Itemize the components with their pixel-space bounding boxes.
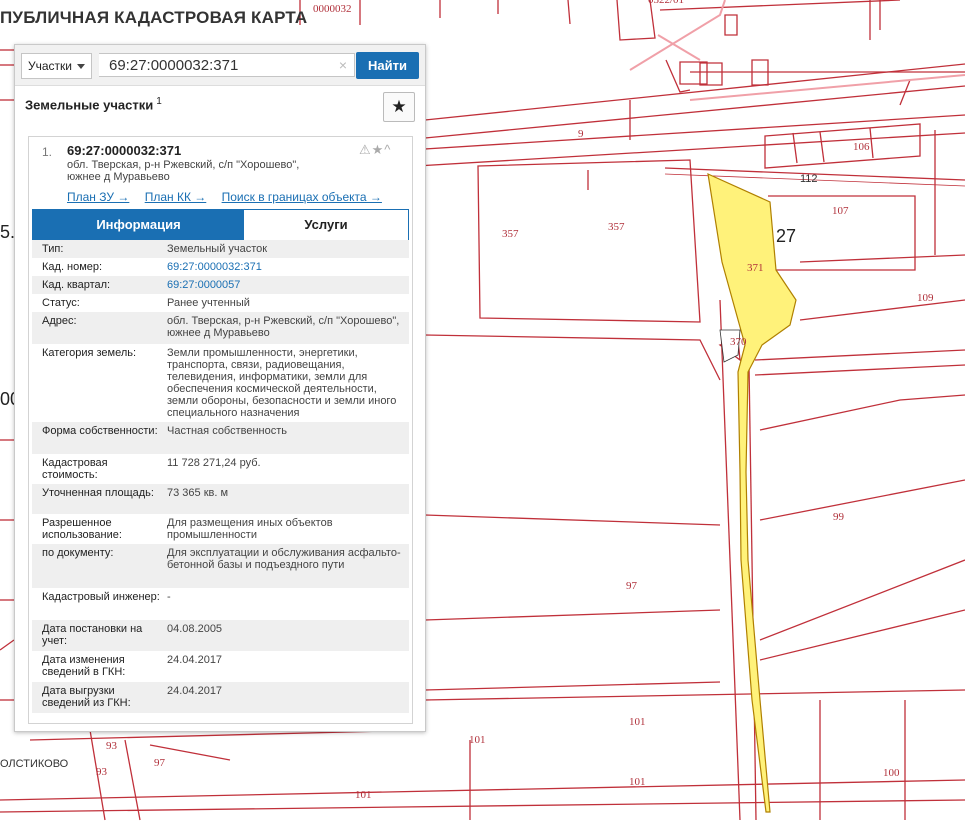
map-label: 0322/01: [648, 0, 685, 6]
card-action-icons[interactable]: ⚠★^: [359, 142, 391, 158]
attribute-value: обл. Тверская, р-н Ржевский, с/п "Хороше…: [167, 315, 400, 339]
attribute-key: Уточненная площадь:: [42, 487, 154, 499]
favorites-button[interactable]: ★: [383, 92, 415, 122]
attributes-table: Тип: Земельный участок Кад. номер: 69:27:00…: [32, 240, 409, 713]
card-links: План ЗУ → План КК → Поиск в границах объ…: [67, 190, 412, 204]
plan-zu-link[interactable]: План ЗУ →: [67, 190, 129, 204]
attribute-key: Тип:: [42, 243, 64, 255]
attribute-row: Уточненная площадь: 73 365 кв. м: [32, 484, 409, 514]
attribute-key: Дата изменения сведений в ГКН:: [42, 654, 126, 678]
attribute-key: Статус:: [42, 297, 80, 309]
attribute-value: 73 365 кв. м: [167, 487, 229, 499]
map-label: 27: [776, 226, 797, 246]
map-label: 370: [730, 336, 747, 348]
attribute-key: Разрешенное использование:: [42, 517, 122, 541]
plan-kk-link[interactable]: План КК →: [145, 190, 207, 204]
attribute-row: Кад. номер: 69:27:0000032:371: [32, 258, 409, 276]
layer-title: Земельные участки 1: [25, 96, 162, 112]
tab-services[interactable]: Услуги: [244, 210, 408, 240]
tab-information[interactable]: Информация: [33, 210, 244, 240]
layer-header: Земельные участки 1 ★: [15, 86, 425, 124]
address-line: южнее д Муравьево: [67, 171, 170, 183]
attribute-value: Для размещения иных объектов промышленно…: [167, 517, 333, 541]
attribute-key: Категория земель:: [42, 347, 137, 359]
map-label: 101: [469, 734, 486, 746]
attribute-row: Тип: Земельный участок: [32, 240, 409, 258]
map-label: 107: [832, 205, 849, 217]
card-cadastral-number[interactable]: 69:27:0000032:371: [67, 143, 181, 158]
attribute-value: 04.08.2005: [167, 623, 223, 635]
attribute-row: Форма собственности: Частная собственност…: [32, 422, 409, 454]
attribute-value: 24.04.2017: [167, 654, 223, 666]
app-title: ПУБЛИЧНАЯ КАДАСТРОВАЯ КАРТА: [0, 8, 308, 27]
attribute-key: Форма собственности:: [42, 425, 158, 437]
map-label: 9: [578, 128, 584, 140]
search-type-dropdown[interactable]: Участки: [21, 53, 92, 79]
attribute-value: Ранее учтенный: [167, 297, 250, 309]
attribute-row: Категория земель: Земли промышленности, э…: [32, 344, 409, 422]
attribute-value: Для эксплуатации и обслуживания асфальто…: [167, 547, 401, 571]
attribute-key: Кадастровый инженер:: [42, 591, 160, 603]
map-label: 101: [629, 776, 646, 788]
attribute-value: -: [167, 591, 171, 603]
search-in-bounds-link[interactable]: Поиск в границах объекта →: [222, 190, 382, 204]
search-panel: Участки 69:27:0000032:371 × Найти Земель…: [14, 44, 426, 732]
layer-title-text: Земельные участки: [25, 97, 154, 113]
map-label: 97: [154, 757, 165, 769]
attribute-key: Адрес:: [42, 315, 77, 327]
map-label: 101: [629, 716, 646, 728]
map-label: 99: [833, 511, 844, 523]
map-label: ОЛСТИКОВО: [0, 758, 69, 770]
attribute-key: Дата выгрузки сведений из ГКН:: [42, 685, 131, 709]
attribute-row: Адрес: обл. Тверская, р-н Ржевский, с/п "…: [32, 312, 409, 344]
clear-icon[interactable]: ×: [333, 53, 353, 77]
map-label: 101: [355, 789, 372, 801]
attribute-row: Статус: Ранее учтенный: [32, 294, 409, 312]
map-label: 93: [96, 766, 107, 778]
attribute-value: 11 728 271,24 руб.: [167, 457, 261, 469]
attribute-key: Кад. номер:: [42, 261, 103, 273]
map-label: 109: [917, 292, 934, 304]
map-label: 100: [883, 767, 900, 779]
attribute-key: по документу:: [42, 547, 114, 559]
map-label: 112: [800, 173, 818, 185]
chevron-down-icon: [77, 64, 85, 70]
star-icon: ★: [391, 97, 407, 116]
search-type-label: Участки: [28, 59, 72, 73]
card-index: 1.: [42, 145, 53, 159]
attribute-value: Частная собственность: [167, 425, 288, 437]
parcel-card: 1. 69:27:0000032:371 обл. Тверская, р-н …: [28, 136, 413, 724]
attribute-row: Кадастровая стоимость: 11 728 271,24 руб.: [32, 454, 409, 484]
map-label: 371: [747, 262, 764, 274]
search-button[interactable]: Найти: [356, 52, 419, 79]
attribute-row: Разрешенное использование: Для размещения…: [32, 514, 409, 544]
attribute-row: Дата постановки на учет: 04.08.2005: [32, 620, 409, 651]
search-bar: Участки 69:27:0000032:371 × Найти: [15, 45, 425, 86]
map-label: 106: [853, 141, 870, 153]
attribute-key: Кадастровая стоимость:: [42, 457, 108, 481]
attribute-value: Земельный участок: [167, 243, 268, 255]
attribute-value[interactable]: 69:27:0000057: [167, 279, 405, 291]
search-input[interactable]: 69:27:0000032:371: [99, 53, 355, 77]
map-label: 93: [106, 740, 117, 752]
attribute-value: 24.04.2017: [167, 685, 223, 697]
map-label: 357: [502, 228, 519, 240]
card-address: обл. Тверская, р-н Ржевский, с/п "Хороше…: [67, 159, 327, 183]
attribute-value: Земли промышленности, энергетики, трансп…: [167, 347, 397, 419]
card-tabs: Информация Услуги: [32, 209, 409, 241]
attribute-row: Кадастровый инженер: -: [32, 588, 409, 620]
map-label: 357: [608, 221, 625, 233]
attribute-key: Дата постановки на учет:: [42, 623, 143, 647]
attribute-key: Кад. квартал:: [42, 279, 111, 291]
attribute-row: Дата выгрузки сведений из ГКН: 24.04.2017: [32, 682, 409, 713]
map-label: 97: [626, 580, 637, 592]
attribute-row: Дата изменения сведений в ГКН: 24.04.2017: [32, 651, 409, 682]
map-label: 0000032: [313, 3, 352, 15]
address-line: обл. Тверская, р-н Ржевский, с/п "Хороше…: [67, 159, 300, 171]
attribute-row: Кад. квартал: 69:27:0000057: [32, 276, 409, 294]
result-count: 1: [156, 96, 162, 107]
attribute-row: по документу: Для эксплуатации и обслужив…: [32, 544, 409, 588]
attribute-value[interactable]: 69:27:0000032:371: [167, 261, 405, 273]
